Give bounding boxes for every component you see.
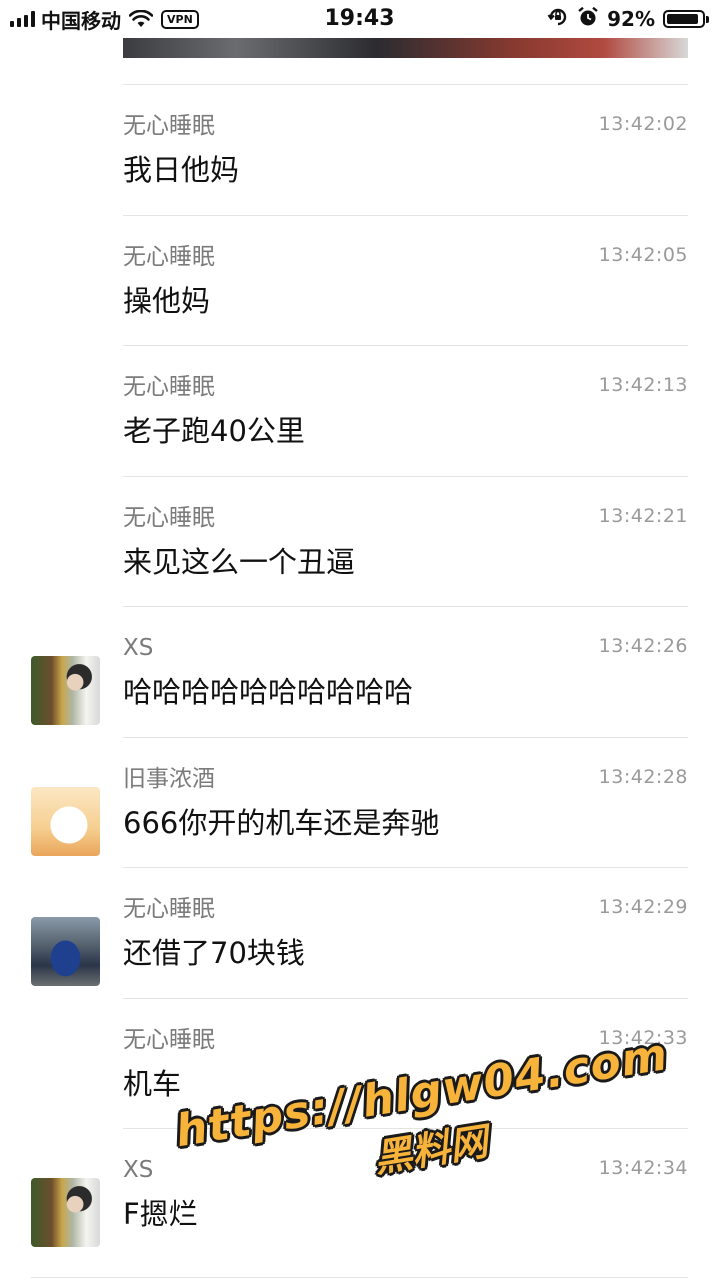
divider	[123, 215, 688, 216]
sender-name: XS	[123, 1157, 154, 1183]
sender-name: 无心睡眠	[123, 374, 215, 400]
sender-name: 无心睡眠	[123, 505, 215, 531]
divider	[123, 867, 688, 868]
message-text: 666你开的机车还是奔驰	[123, 806, 440, 840]
message-row[interactable]: 无心睡眠 13:42:29 还借了70块钱	[0, 867, 719, 997]
message-text: 我日他妈	[123, 153, 240, 187]
divider	[31, 1277, 688, 1278]
sender-name: 旧事浓酒	[123, 766, 215, 792]
vpn-icon: VPN	[161, 9, 199, 29]
divider	[123, 345, 688, 346]
message-text: 哈哈哈哈哈哈哈哈哈哈	[123, 675, 414, 709]
message-row[interactable]: 无心睡眠 13:42:05 操他妈	[0, 215, 719, 345]
avatar[interactable]	[31, 656, 100, 725]
carrier-label: 中国移动	[41, 8, 121, 33]
divider	[123, 998, 688, 999]
avatar[interactable]	[31, 1178, 100, 1247]
message-row[interactable]: 无心睡眠 13:42:13 老子跑40公里	[0, 345, 719, 475]
sender-name: 无心睡眠	[123, 1027, 215, 1053]
message-time: 13:42:21	[598, 505, 688, 527]
message-text: 操他妈	[123, 284, 211, 318]
message-time: 13:42:05	[598, 244, 688, 266]
message-time: 13:42:26	[598, 635, 688, 657]
message-row[interactable]: 无心睡眠 13:42:21 来见这么一个丑逼	[0, 476, 719, 606]
message-text: 来见这么一个丑逼	[123, 545, 356, 579]
image-message-thumbnail[interactable]	[123, 38, 688, 58]
message-time: 13:42:13	[598, 374, 688, 396]
sender-name: XS	[123, 635, 154, 661]
rotation-lock-icon	[547, 6, 569, 32]
wifi-icon	[129, 10, 153, 28]
message-time: 13:42:28	[598, 766, 688, 788]
status-bar: 中国移动 VPN 19:43 92%	[0, 0, 719, 38]
divider	[123, 606, 688, 607]
divider	[123, 476, 688, 477]
battery-icon	[663, 10, 709, 28]
message-time: 13:42:02	[598, 113, 688, 135]
avatar[interactable]	[31, 787, 100, 856]
message-row[interactable]: 无心睡眠 13:42:02 我日他妈	[0, 84, 719, 214]
battery-percent: 92%	[607, 7, 655, 31]
message-text: 还借了70块钱	[123, 936, 305, 970]
message-time: 13:42:29	[598, 896, 688, 918]
message-text: 老子跑40公里	[123, 414, 305, 448]
message-row[interactable]: 旧事浓酒 13:42:28 666你开的机车还是奔驰	[0, 737, 719, 867]
message-text: 机车	[123, 1067, 182, 1101]
sender-name: 无心睡眠	[123, 896, 215, 922]
signal-icon	[10, 11, 35, 27]
sender-name: 无心睡眠	[123, 244, 215, 270]
avatar[interactable]	[31, 917, 100, 986]
message-row[interactable]: XS 13:42:26 哈哈哈哈哈哈哈哈哈哈	[0, 606, 719, 736]
divider	[123, 84, 688, 85]
alarm-icon	[577, 6, 599, 32]
sender-name: 无心睡眠	[123, 113, 215, 139]
divider	[123, 737, 688, 738]
